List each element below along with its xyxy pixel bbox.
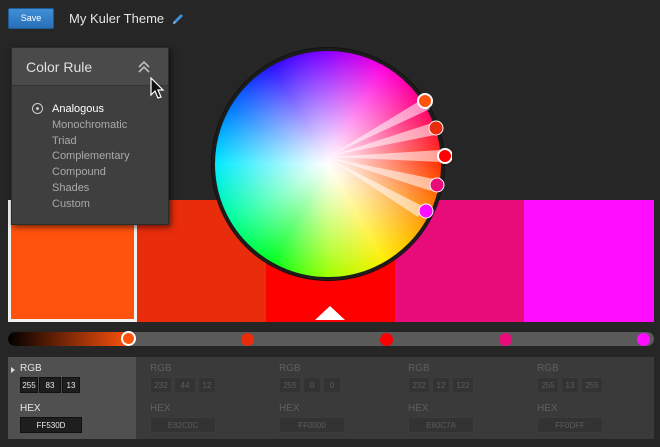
hex-value[interactable]: FF0DFF [537, 417, 603, 433]
slider-handle-3[interactable] [380, 332, 393, 346]
harmony-spokes [330, 100, 441, 217]
base-color-pointer-icon [315, 306, 345, 320]
color-rule-panel: Color Rule Analogous Monochromatic Triad… [11, 47, 169, 225]
color-wheel[interactable] [212, 48, 452, 288]
b-value[interactable]: 255 [581, 377, 603, 393]
r-value[interactable]: 232 [408, 377, 430, 393]
g-value[interactable]: 0 [303, 377, 321, 393]
b-value[interactable]: 12 [198, 377, 216, 393]
caret-icon [11, 367, 15, 373]
color-rule-title: Color Rule [26, 59, 93, 75]
color-values-3[interactable]: RGB 255 0 0 HEX FF0000 [279, 357, 391, 439]
hex-value[interactable]: E82C0C [150, 417, 216, 433]
hex-label: HEX [279, 403, 300, 414]
rule-option-custom[interactable]: Custom [52, 197, 130, 213]
g-value[interactable]: 12 [432, 377, 450, 393]
color-wheel-handles [330, 93, 452, 219]
slider-handle-4[interactable] [499, 332, 512, 346]
spoke-1 [331, 100, 430, 155]
rule-option-shades[interactable]: Shades [52, 181, 130, 197]
cursor-icon [150, 77, 165, 99]
slider-handle-1[interactable] [121, 331, 136, 346]
r-value[interactable]: 255 [20, 377, 38, 393]
collapse-icon[interactable] [138, 60, 150, 74]
theme-title[interactable]: My Kuler Theme [69, 11, 164, 26]
hex-value[interactable]: FF530D [20, 417, 82, 433]
r-value[interactable]: 232 [150, 377, 172, 393]
b-value[interactable]: 122 [452, 377, 474, 393]
swatch-5[interactable] [524, 200, 654, 322]
hex-value[interactable]: FF0000 [279, 417, 345, 433]
brightness-slider[interactable] [8, 332, 654, 346]
rgb-label: RGB [537, 363, 559, 374]
color-values-1[interactable]: RGB 255 83 13 HEX FF530D [8, 357, 136, 439]
hex-label: HEX [150, 403, 171, 414]
color-values-2[interactable]: RGB 232 44 12 HEX E82C0C [150, 357, 262, 439]
wheel-handle-2[interactable] [428, 120, 444, 136]
rule-option-complementary[interactable]: Complementary [52, 149, 130, 165]
r-value[interactable]: 255 [537, 377, 559, 393]
save-button[interactable]: Save [8, 8, 54, 29]
hex-label: HEX [20, 403, 41, 414]
g-value[interactable]: 83 [39, 377, 61, 393]
slider-handle-2[interactable] [241, 332, 254, 346]
hex-label: HEX [537, 403, 558, 414]
rule-option-analogous[interactable]: Analogous [52, 102, 130, 118]
radio-icon[interactable] [32, 103, 43, 114]
rgb-label: RGB [408, 363, 430, 374]
b-value[interactable]: 13 [62, 377, 80, 393]
color-rule-options: Analogous Monochromatic Triad Complement… [52, 102, 130, 213]
brightness-gradient [8, 332, 130, 346]
slider-handle-5[interactable] [637, 332, 650, 346]
wheel-handle-1[interactable] [417, 93, 433, 109]
rule-option-compound[interactable]: Compound [52, 165, 130, 181]
color-rule-header[interactable]: Color Rule [12, 48, 168, 86]
g-value[interactable]: 44 [174, 377, 196, 393]
wheel-handle-5[interactable] [418, 203, 434, 219]
pencil-icon[interactable] [171, 12, 185, 26]
wheel-handle-4[interactable] [429, 177, 445, 193]
b-value[interactable]: 0 [323, 377, 341, 393]
hex-value[interactable]: E80C7A [408, 417, 474, 433]
color-values-panel: RGB 255 83 13 HEX FF530D RGB 232 44 12 H… [8, 357, 654, 439]
rgb-label: RGB [279, 363, 301, 374]
top-bar: Save My Kuler Theme [0, 0, 660, 40]
rule-option-monochromatic[interactable]: Monochromatic [52, 118, 130, 134]
g-value[interactable]: 13 [561, 377, 579, 393]
rule-option-triad[interactable]: Triad [52, 134, 130, 150]
rgb-label: RGB [150, 363, 172, 374]
r-value[interactable]: 255 [279, 377, 301, 393]
wheel-handle-3[interactable] [437, 148, 452, 164]
rgb-label: RGB [20, 363, 42, 374]
hex-label: HEX [408, 403, 429, 414]
color-values-5[interactable]: RGB 255 13 255 HEX FF0DFF [537, 357, 649, 439]
color-values-4[interactable]: RGB 232 12 122 HEX E80C7A [408, 357, 520, 439]
